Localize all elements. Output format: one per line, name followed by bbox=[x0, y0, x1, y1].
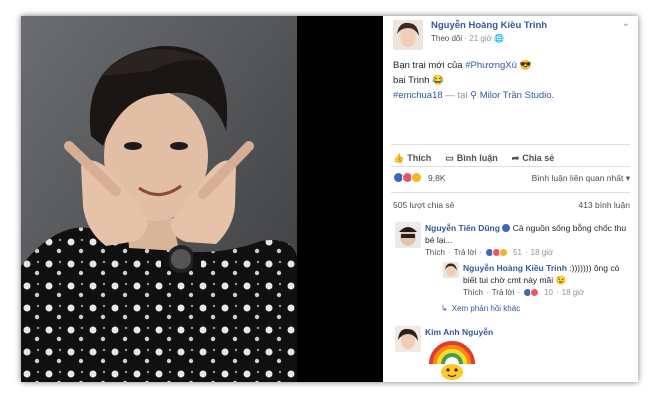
comment-item: Kim Anh Nguyễn bbox=[425, 326, 493, 338]
sort-label: Bình luận liên quan nhất bbox=[531, 173, 624, 183]
haha-reaction-icon bbox=[499, 248, 509, 257]
post-text: Bạn trai mới của #PhươngXù 😎 bai Trinh 😂… bbox=[393, 58, 633, 103]
share-button[interactable]: ➦ Chia sẻ bbox=[512, 150, 555, 166]
haha-reaction-icon bbox=[411, 172, 422, 183]
comment-sort-dropdown[interactable]: Bình luận liên quan nhất ▾ bbox=[532, 173, 630, 184]
meta-dot: · bbox=[479, 248, 483, 257]
comment-item: Nguyễn Tiến Dũng Cả nguồn sống bỗng chốc… bbox=[425, 222, 633, 246]
reply-item: Nguyễn Hoàng Kiều Trinh :))))))) ông có … bbox=[463, 262, 633, 286]
post-photo[interactable] bbox=[21, 16, 297, 382]
comment-like-link[interactable]: Thích bbox=[425, 248, 445, 257]
meta-dot: · bbox=[486, 288, 489, 297]
author-name[interactable]: Nguyễn Hoàng Kiều Trinh bbox=[431, 20, 547, 31]
share-arrow-icon: ➦ bbox=[511, 152, 520, 163]
love-reaction-icon bbox=[530, 288, 540, 297]
post-meta: Theo dõi · 21 giờ 🌐 bbox=[431, 34, 504, 43]
commenter-avatar[interactable] bbox=[395, 326, 421, 352]
chevron-down-icon[interactable]: ⌄ bbox=[622, 18, 630, 29]
author-avatar[interactable] bbox=[393, 20, 423, 50]
reply-meta: Thích · Trả lời · 10 · 18 giờ bbox=[463, 288, 584, 297]
more-replies-label: Xem phản hồi khác bbox=[451, 304, 521, 313]
comment-count[interactable]: 413 bình luận bbox=[578, 200, 630, 210]
meta-dot: · bbox=[517, 288, 521, 297]
follow-button[interactable]: Theo dõi bbox=[431, 34, 462, 43]
photo-area bbox=[21, 16, 383, 382]
reply-reaction-count[interactable]: 10 bbox=[544, 288, 553, 297]
meta-dot: · bbox=[448, 248, 451, 257]
comment-author[interactable]: Nguyễn Tiến Dũng bbox=[425, 223, 500, 233]
comment-author[interactable]: Kim Anh Nguyễn bbox=[425, 327, 493, 337]
thumbs-up-icon: 👍 bbox=[393, 152, 405, 163]
location-prefix: — tại bbox=[445, 90, 468, 101]
location-link[interactable]: Milor Trần Studio. bbox=[480, 90, 554, 101]
comment-time[interactable]: 18 giờ bbox=[531, 248, 554, 257]
location-pin-icon: ⚲ bbox=[470, 90, 478, 101]
verified-badge-icon bbox=[502, 224, 511, 232]
reply-reply-link[interactable]: Trả lời bbox=[492, 288, 515, 297]
reply-author-avatar[interactable] bbox=[443, 262, 459, 278]
reply-arrow-icon: ↳ bbox=[441, 304, 448, 313]
reply-time[interactable]: 18 giờ bbox=[562, 288, 585, 297]
post-viewer: Nguyễn Hoàng Kiều Trinh Theo dõi · 21 gi… bbox=[21, 16, 638, 382]
share-label: Chia sẻ bbox=[522, 153, 555, 163]
comment-reaction-count[interactable]: 51 bbox=[513, 248, 522, 257]
divider bbox=[391, 166, 630, 167]
reaction-count: 9,8K bbox=[428, 172, 446, 183]
more-replies-link[interactable]: ↳ Xem phản hồi khác bbox=[441, 304, 520, 313]
comment-reply-link[interactable]: Trả lời bbox=[454, 248, 477, 257]
laughing-emoji: 😂 bbox=[432, 75, 444, 86]
share-count[interactable]: 505 lượt chia sẻ bbox=[393, 200, 454, 210]
post-text-line2: bai Trinh bbox=[393, 75, 430, 86]
commenter-avatar[interactable] bbox=[395, 222, 421, 248]
divider bbox=[391, 144, 630, 145]
reply-like-link[interactable]: Thích bbox=[463, 288, 483, 297]
reaction-summary[interactable]: 9,8K bbox=[393, 172, 446, 183]
divider bbox=[391, 192, 630, 193]
reply-author[interactable]: Nguyễn Hoàng Kiều Trinh bbox=[463, 263, 567, 273]
post-text-line1: Bạn trai mới của bbox=[393, 60, 463, 71]
comment-icon: ▭ bbox=[445, 152, 454, 163]
comment-button[interactable]: ▭ Bình luận bbox=[445, 150, 498, 166]
meta-dot: · bbox=[525, 248, 528, 257]
comment-meta: Thích · Trả lời · 51 · 18 giờ bbox=[425, 248, 553, 257]
hashtag-phuongxu[interactable]: #PhươngXù bbox=[465, 60, 517, 71]
caret-down-icon: ▾ bbox=[625, 173, 630, 183]
wink-emoji: 😉 bbox=[555, 275, 567, 285]
rainbow-sticker bbox=[429, 341, 475, 380]
meta-separator: · bbox=[464, 34, 468, 43]
meta-dot: · bbox=[556, 288, 559, 297]
action-bar: 👍 Thích ▭ Bình luận ➦ Chia sẻ bbox=[393, 150, 554, 166]
post-time[interactable]: 21 giờ bbox=[469, 34, 492, 43]
sunglasses-emoji: 😎 bbox=[519, 60, 532, 71]
comment-label: Bình luận bbox=[456, 153, 498, 163]
post-side-panel: Nguyễn Hoàng Kiều Trinh Theo dõi · 21 gi… bbox=[383, 16, 638, 382]
globe-icon: 🌐 bbox=[494, 34, 505, 43]
like-button[interactable]: 👍 Thích bbox=[393, 150, 431, 166]
hashtag-emchua18[interactable]: #emchua18 bbox=[393, 90, 443, 101]
like-label: Thích bbox=[407, 153, 432, 163]
